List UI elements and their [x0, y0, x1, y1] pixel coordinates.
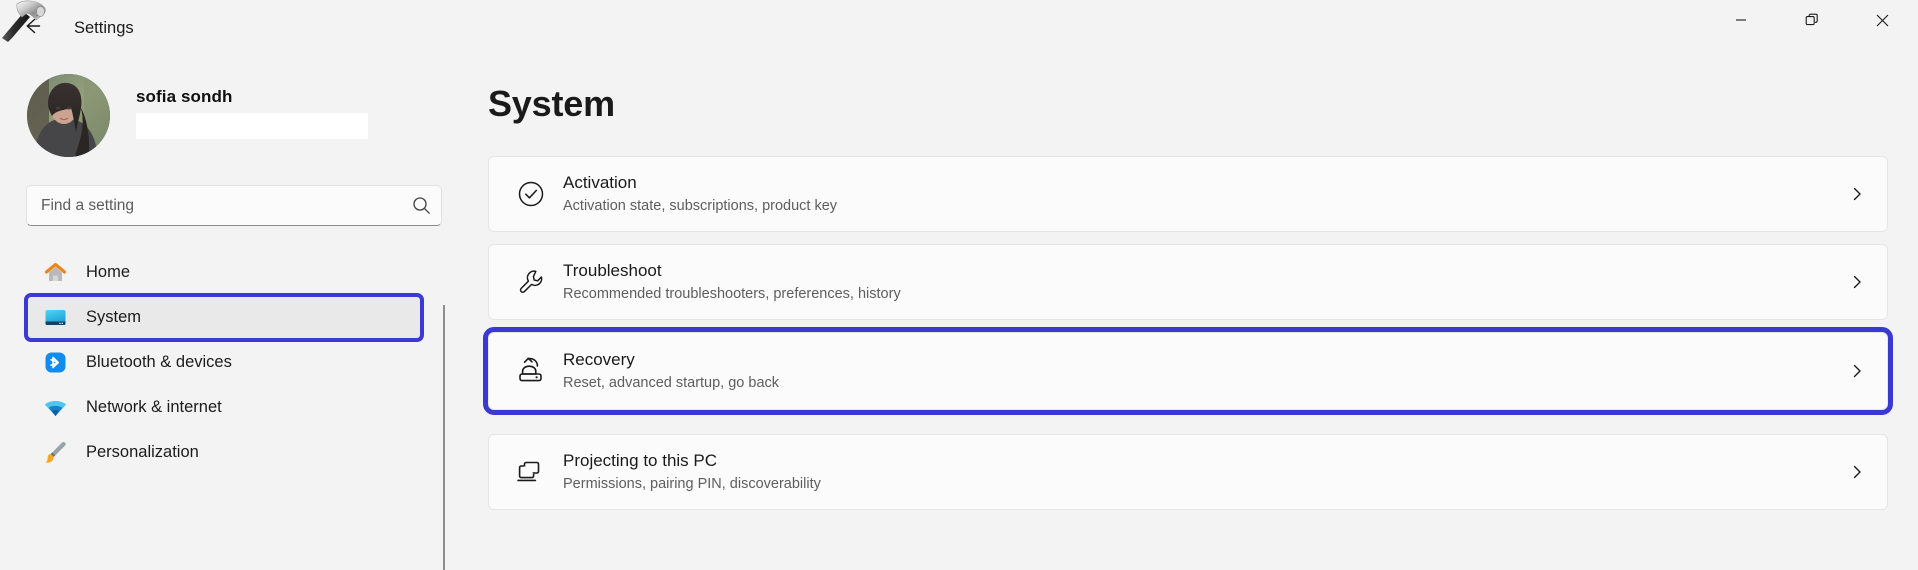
sidebar-scrollbar[interactable] [443, 305, 445, 570]
monitor-icon [42, 305, 68, 331]
sidebar-nav: Home System [0, 250, 446, 570]
recovery-drive-icon [509, 355, 553, 387]
chevron-right-icon[interactable] [1827, 274, 1887, 290]
sidebar-item-bluetooth-devices[interactable]: Bluetooth & devices [26, 340, 422, 385]
card-body: Activation Activation state, subscriptio… [553, 172, 1827, 217]
search-box[interactable] [26, 185, 442, 226]
sidebar-item-network-internet[interactable]: Network & internet [26, 385, 422, 430]
home-icon [42, 260, 68, 286]
settings-card-projecting-to-this-pc[interactable]: Projecting to this PC Permissions, pairi… [488, 434, 1888, 510]
restore-button[interactable] [1776, 0, 1847, 40]
settings-card-recovery[interactable]: Recovery Reset, advanced startup, go bac… [488, 332, 1888, 410]
sidebar-item-label: Personalization [86, 443, 199, 462]
card-subtitle: Reset, advanced startup, go back [563, 374, 1827, 394]
chevron-right-icon[interactable] [1827, 363, 1887, 379]
profile-text: sofia sondh [136, 87, 368, 139]
card-body: Projecting to this PC Permissions, pairi… [553, 450, 1827, 495]
card-title: Activation [563, 172, 1827, 195]
restore-icon [1805, 13, 1819, 27]
search-button[interactable] [401, 186, 441, 225]
sidebar-item-label: System [86, 308, 141, 327]
profile-email-redaction [136, 113, 368, 139]
sidebar-item-label: Bluetooth & devices [86, 353, 232, 372]
check-circle-icon [509, 179, 553, 209]
user-profile[interactable]: sofia sondh [27, 69, 368, 161]
sidebar-item-home[interactable]: Home [26, 250, 422, 295]
window-controls [1705, 0, 1918, 40]
sidebar-item-personalization[interactable]: Personalization [26, 430, 422, 475]
settings-card-activation[interactable]: Activation Activation state, subscriptio… [488, 156, 1888, 232]
search-icon [412, 196, 431, 215]
card-subtitle: Recommended troubleshooters, preferences… [563, 285, 1827, 305]
sidebar-item-label: Home [86, 263, 130, 282]
back-arrow-icon [21, 15, 43, 37]
title-bar: Settings [0, 0, 1918, 56]
wifi-icon [42, 395, 68, 421]
avatar [27, 74, 110, 157]
minimize-button[interactable] [1705, 0, 1776, 40]
chevron-right-icon[interactable] [1827, 464, 1887, 480]
chevron-right-icon[interactable] [1827, 186, 1887, 202]
page-title: System [488, 83, 615, 125]
card-title: Troubleshoot [563, 260, 1827, 283]
minimize-icon [1735, 14, 1747, 26]
bluetooth-icon [42, 350, 68, 376]
wrench-icon [509, 267, 553, 297]
settings-card-list: Activation Activation state, subscriptio… [488, 156, 1888, 522]
card-subtitle: Permissions, pairing PIN, discoverabilit… [563, 475, 1827, 495]
brush-icon [42, 440, 68, 466]
close-button[interactable] [1847, 0, 1918, 40]
card-title: Projecting to this PC [563, 450, 1827, 473]
sidebar: sofia sondh Home [0, 56, 446, 570]
card-subtitle: Activation state, subscriptions, product… [563, 197, 1827, 217]
profile-name: sofia sondh [136, 87, 368, 107]
sidebar-item-label: Network & internet [86, 398, 222, 417]
card-body: Recovery Reset, advanced startup, go bac… [553, 349, 1827, 394]
sidebar-item-system[interactable]: System [26, 295, 422, 340]
close-icon [1876, 14, 1889, 27]
app-title: Settings [74, 0, 134, 56]
card-body: Troubleshoot Recommended troubleshooters… [553, 260, 1827, 305]
settings-card-troubleshoot[interactable]: Troubleshoot Recommended troubleshooters… [488, 244, 1888, 320]
main-content: System Activation Activation state, subs… [446, 56, 1918, 570]
avatar-photo [27, 74, 110, 157]
search-input[interactable] [27, 186, 401, 225]
project-screens-icon [509, 456, 553, 488]
card-title: Recovery [563, 349, 1827, 372]
back-button[interactable] [8, 4, 56, 48]
